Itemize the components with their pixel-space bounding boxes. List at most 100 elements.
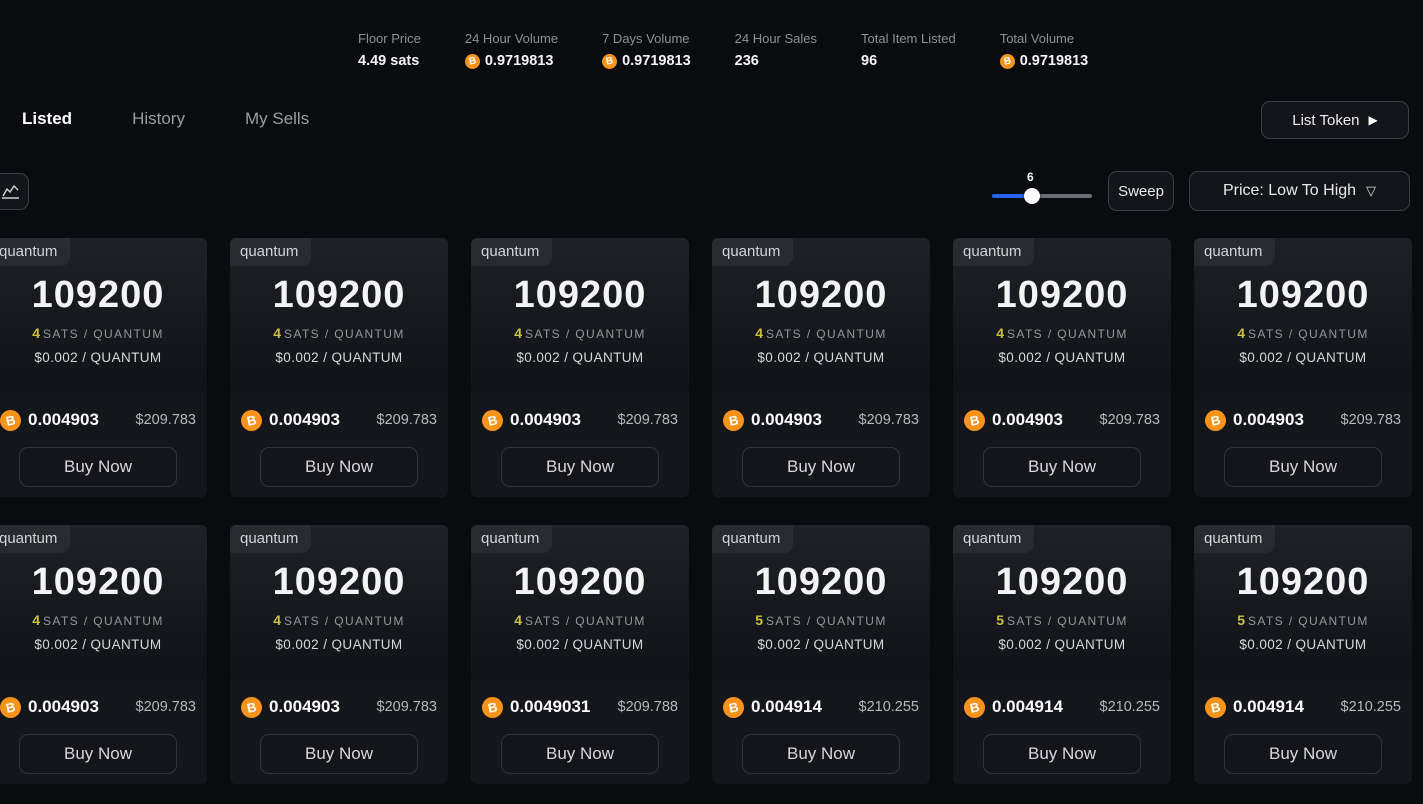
sweep-slider-track[interactable]: [992, 194, 1092, 198]
card-price-section: B 0.0049031 $209.788 Buy Now: [471, 680, 689, 774]
usd-per-token: $0.002 / QUANTUM: [953, 350, 1171, 365]
stat-value: B 0.9719813: [602, 53, 691, 69]
token-name-badge: quantum: [953, 238, 1034, 266]
bitcoin-icon: B: [482, 410, 503, 431]
token-name-badge: quantum: [953, 525, 1034, 553]
token-listing-card[interactable]: quantum 109200 4SATS / QUANTUM $0.002 / …: [230, 238, 448, 497]
token-listing-card[interactable]: quantum 109200 5SATS / QUANTUM $0.002 / …: [953, 525, 1171, 784]
btc-price: 0.004914: [1233, 697, 1304, 717]
sats-per-token: 5SATS / QUANTUM: [953, 612, 1171, 628]
price-row: B 0.004903 $209.783: [964, 405, 1160, 435]
usd-per-token: $0.002 / QUANTUM: [471, 637, 689, 652]
buy-now-button[interactable]: Buy Now: [1224, 734, 1382, 774]
token-name-badge: quantum: [230, 525, 311, 553]
price-row: B 0.004903 $209.783: [723, 405, 919, 435]
card-price-section: B 0.004903 $209.783 Buy Now: [0, 393, 207, 487]
sweep-slider: 6: [992, 170, 1092, 204]
bitcoin-icon: B: [241, 697, 262, 718]
usd-per-token: $0.002 / QUANTUM: [0, 637, 207, 652]
usd-price: $209.783: [618, 412, 678, 428]
sort-label: Price: Low To High: [1223, 182, 1356, 200]
usd-per-token: $0.002 / QUANTUM: [712, 350, 930, 365]
bitcoin-icon: B: [723, 410, 744, 431]
stat-item: 7 Days Volume B 0.9719813: [602, 31, 691, 69]
buy-now-button[interactable]: Buy Now: [983, 447, 1141, 487]
tab-my-sells[interactable]: My Sells: [245, 109, 309, 129]
stat-item: Total Item Listed 96: [861, 31, 956, 69]
token-listing-card[interactable]: quantum 109200 5SATS / QUANTUM $0.002 / …: [1194, 525, 1412, 784]
token-name-badge: quantum: [471, 238, 552, 266]
price-chart-toggle-button[interactable]: [0, 173, 29, 210]
card-top-section: quantum 109200 4SATS / QUANTUM $0.002 / …: [230, 238, 448, 393]
card-top-section: quantum 109200 4SATS / QUANTUM $0.002 / …: [0, 238, 207, 393]
token-name-badge: quantum: [0, 238, 70, 266]
sweep-label: Sweep: [1118, 183, 1164, 200]
price-row: B 0.004903 $209.783: [241, 405, 437, 435]
sweep-slider-thumb[interactable]: [1024, 188, 1040, 204]
list-token-button[interactable]: List Token ▶: [1261, 101, 1409, 139]
token-listing-card[interactable]: quantum 109200 4SATS / QUANTUM $0.002 / …: [712, 238, 930, 497]
sats-per-token: 4SATS / QUANTUM: [712, 325, 930, 341]
card-top-section: quantum 109200 5SATS / QUANTUM $0.002 / …: [1194, 525, 1412, 680]
tab-history[interactable]: History: [132, 109, 185, 129]
list-token-label: List Token: [1292, 112, 1359, 129]
buy-now-button[interactable]: Buy Now: [19, 734, 177, 774]
card-price-section: B 0.004914 $210.255 Buy Now: [712, 680, 930, 774]
bitcoin-icon: B: [1205, 697, 1226, 718]
btc-price: 0.004903: [28, 410, 99, 430]
usd-per-token: $0.002 / QUANTUM: [953, 637, 1171, 652]
token-listing-card[interactable]: quantum 109200 5SATS / QUANTUM $0.002 / …: [712, 525, 930, 784]
token-name-badge: quantum: [471, 525, 552, 553]
token-listing-card[interactable]: quantum 109200 4SATS / QUANTUM $0.002 / …: [953, 238, 1171, 497]
triangle-down-icon: ▽: [1366, 184, 1376, 199]
price-row: B 0.004914 $210.255: [723, 692, 919, 722]
bitcoin-icon: B: [482, 697, 503, 718]
token-listing-card[interactable]: quantum 109200 4SATS / QUANTUM $0.002 / …: [0, 238, 207, 497]
stat-label: 24 Hour Volume: [465, 31, 558, 46]
sats-per-token: 4SATS / QUANTUM: [0, 325, 207, 341]
stat-item: Floor Price 4.49 sats: [358, 31, 421, 69]
btc-price: 0.004903: [269, 410, 340, 430]
buy-now-button[interactable]: Buy Now: [260, 734, 418, 774]
stat-value: 96: [861, 53, 956, 69]
usd-price: $209.783: [377, 699, 437, 715]
token-listing-card[interactable]: quantum 109200 4SATS / QUANTUM $0.002 / …: [0, 525, 207, 784]
stat-label: 7 Days Volume: [602, 31, 691, 46]
token-listing-card[interactable]: quantum 109200 4SATS / QUANTUM $0.002 / …: [471, 238, 689, 497]
sats-per-token: 4SATS / QUANTUM: [471, 325, 689, 341]
token-listing-card[interactable]: quantum 109200 4SATS / QUANTUM $0.002 / …: [1194, 238, 1412, 497]
buy-now-button[interactable]: Buy Now: [742, 447, 900, 487]
buy-now-button[interactable]: Buy Now: [1224, 447, 1382, 487]
buy-now-button[interactable]: Buy Now: [260, 447, 418, 487]
card-price-section: B 0.004903 $209.783 Buy Now: [0, 680, 207, 774]
card-top-section: quantum 109200 5SATS / QUANTUM $0.002 / …: [953, 525, 1171, 680]
card-top-section: quantum 109200 5SATS / QUANTUM $0.002 / …: [712, 525, 930, 680]
sats-per-token: 5SATS / QUANTUM: [712, 612, 930, 628]
card-price-section: B 0.004903 $209.783 Buy Now: [712, 393, 930, 487]
card-price-section: B 0.004903 $209.783 Buy Now: [471, 393, 689, 487]
tab-listed[interactable]: Listed: [22, 109, 72, 129]
stat-label: Floor Price: [358, 31, 421, 46]
stat-item: Total Volume B 0.9719813: [1000, 31, 1089, 69]
sats-per-token: 4SATS / QUANTUM: [230, 612, 448, 628]
buy-now-button[interactable]: Buy Now: [501, 734, 659, 774]
buy-now-button[interactable]: Buy Now: [19, 447, 177, 487]
buy-now-button[interactable]: Buy Now: [501, 447, 659, 487]
btc-price: 0.004914: [992, 697, 1063, 717]
sats-per-token: 4SATS / QUANTUM: [953, 325, 1171, 341]
card-price-section: B 0.004903 $209.783 Buy Now: [230, 680, 448, 774]
buy-now-button[interactable]: Buy Now: [742, 734, 900, 774]
usd-price: $209.783: [136, 412, 196, 428]
sweep-button[interactable]: Sweep: [1108, 171, 1174, 211]
token-listing-card[interactable]: quantum 109200 4SATS / QUANTUM $0.002 / …: [471, 525, 689, 784]
card-price-section: B 0.004914 $210.255 Buy Now: [1194, 680, 1412, 774]
token-listing-card[interactable]: quantum 109200 4SATS / QUANTUM $0.002 / …: [230, 525, 448, 784]
stat-label: Total Item Listed: [861, 31, 956, 46]
usd-price: $209.783: [1100, 412, 1160, 428]
card-top-section: quantum 109200 4SATS / QUANTUM $0.002 / …: [230, 525, 448, 680]
btc-price: 0.004903: [1233, 410, 1304, 430]
sort-dropdown[interactable]: Price: Low To High ▽: [1189, 171, 1410, 211]
usd-price: $210.255: [1100, 699, 1160, 715]
sats-per-token: 4SATS / QUANTUM: [0, 612, 207, 628]
buy-now-button[interactable]: Buy Now: [983, 734, 1141, 774]
